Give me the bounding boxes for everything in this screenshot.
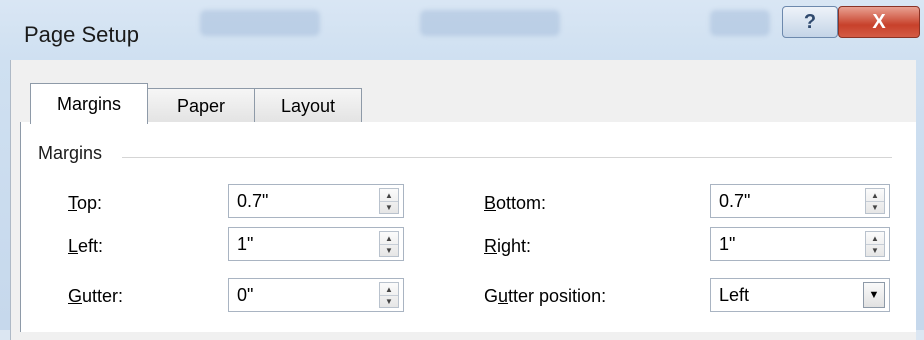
- right-margin-value: 1": [719, 234, 736, 254]
- background-blur: [710, 10, 770, 36]
- bottom-margin-spin: ▲ ▼: [865, 188, 885, 214]
- top-label: Top:: [68, 193, 103, 213]
- right-label: Right:: [484, 236, 532, 256]
- chevron-down-icon[interactable]: ▼: [863, 282, 885, 308]
- right-margin-stepper[interactable]: 1" ▲ ▼: [710, 227, 890, 261]
- spin-down-icon[interactable]: ▼: [866, 201, 884, 213]
- spin-down-icon[interactable]: ▼: [380, 244, 398, 256]
- tab-layout-label: Layout: [280, 95, 336, 116]
- left-margin-stepper[interactable]: 1" ▲ ▼: [228, 227, 404, 261]
- page-setup-dialog: Page Setup ? X Margins Paper Layout Marg…: [0, 0, 924, 340]
- left-label: Left:: [68, 236, 104, 256]
- dialog-title: Page Setup: [24, 22, 139, 47]
- gutter-label: Gutter:: [68, 286, 124, 306]
- gutter-value: 0": [237, 285, 254, 305]
- bottom-margin-stepper[interactable]: 0.7" ▲ ▼: [710, 184, 890, 218]
- gutter-position-select[interactable]: Left ▼: [710, 278, 890, 312]
- gutter-spin: ▲ ▼: [379, 282, 399, 308]
- background-blur: [420, 10, 560, 36]
- close-button[interactable]: X: [838, 6, 920, 38]
- tab-margins[interactable]: Margins: [30, 83, 148, 124]
- right-margin-spin: ▲ ▼: [865, 231, 885, 257]
- gutter-position-value: Left: [719, 285, 750, 305]
- margins-group-label: Margins: [38, 143, 103, 163]
- spin-down-icon[interactable]: ▼: [380, 295, 398, 307]
- bottom-label: Bottom:: [484, 193, 547, 213]
- background-blur: [200, 10, 320, 36]
- tab-layout[interactable]: Layout: [254, 88, 362, 123]
- gutter-stepper[interactable]: 0" ▲ ▼: [228, 278, 404, 312]
- tab-margins-label: Margins: [56, 93, 122, 114]
- close-icon: X: [872, 10, 886, 33]
- gutter-position-label: Gutter position:: [484, 286, 607, 306]
- left-margin-value: 1": [237, 234, 254, 254]
- tab-paper-label: Paper: [176, 95, 226, 116]
- group-divider: [122, 157, 892, 158]
- top-margin-spin: ▲ ▼: [379, 188, 399, 214]
- bottom-margin-value: 0.7": [719, 191, 751, 211]
- spin-down-icon[interactable]: ▼: [866, 244, 884, 256]
- help-icon: ?: [803, 10, 817, 33]
- spin-down-icon[interactable]: ▼: [380, 201, 398, 213]
- left-margin-spin: ▲ ▼: [379, 231, 399, 257]
- help-button[interactable]: ?: [782, 6, 838, 38]
- tab-paper[interactable]: Paper: [147, 88, 255, 123]
- top-margin-stepper[interactable]: 0.7" ▲ ▼: [228, 184, 404, 218]
- top-margin-value: 0.7": [237, 191, 269, 211]
